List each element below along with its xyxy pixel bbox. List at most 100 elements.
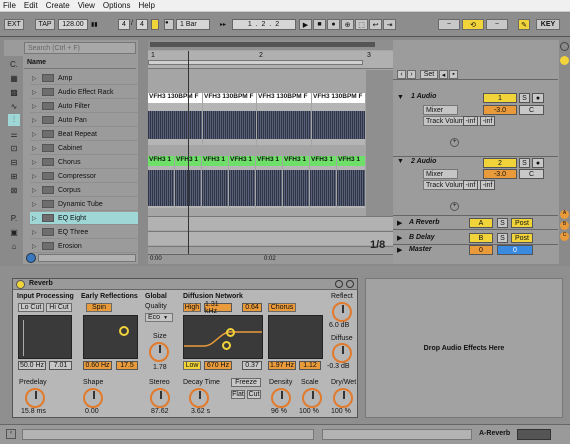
expand-icon[interactable]: ▷ (32, 145, 39, 152)
track-activator[interactable]: 2 (483, 158, 517, 168)
list-item[interactable]: ▷ Cabinet (30, 142, 138, 155)
grid-fraction[interactable]: 1/8 (370, 239, 385, 251)
nav-right-icon[interactable]: › (407, 70, 416, 79)
ext-sync-button[interactable]: EXT (4, 19, 24, 30)
pan-field[interactable]: C (519, 105, 544, 115)
nav-left-icon[interactable]: ‹ (397, 70, 406, 79)
menu-file[interactable]: File (3, 1, 16, 10)
audio-clip[interactable]: VFH3 130BPM F (148, 93, 202, 145)
loop-brace[interactable] (148, 60, 363, 65)
return-track-a[interactable]: ▶ A Reverb A S Post (393, 216, 558, 230)
play-icon[interactable]: ▶ (397, 246, 402, 254)
arrangement-empty-area[interactable] (366, 70, 393, 220)
scale-knob[interactable] (302, 388, 322, 408)
quality-select[interactable]: Eco ▼ (145, 313, 173, 322)
audio-clip[interactable]: VFH3 130BPM F (312, 93, 365, 145)
high-handle[interactable] (226, 328, 235, 337)
automation-arm-button[interactable]: ⬚ (355, 19, 368, 30)
drywet-knob[interactable] (333, 388, 353, 408)
spin-amount[interactable]: 17.5 (116, 361, 138, 370)
expand-icon[interactable]: ▷ (32, 229, 39, 236)
follow-icon[interactable]: ● (164, 19, 174, 30)
audio-clip[interactable]: VFH3 1 (229, 156, 255, 208)
diffusion-display[interactable] (183, 315, 263, 359)
low-value[interactable]: 0.37 (242, 361, 262, 370)
overview-toggle-icon[interactable] (560, 42, 569, 51)
expand-icon[interactable]: ▷ (32, 75, 39, 82)
save-icon[interactable]: ▪ (449, 70, 458, 79)
tap-tempo-button[interactable]: TAP (35, 19, 55, 30)
track-name[interactable]: Master (409, 246, 432, 253)
punch-in-button[interactable]: ~ (438, 19, 460, 30)
audio-clip[interactable]: VFH3 1 (310, 156, 336, 208)
volume-field[interactable]: -3.0 (483, 105, 517, 115)
device-drop-area[interactable]: Drop Audio Effects Here (365, 278, 563, 418)
density-knob[interactable] (271, 388, 291, 408)
play-icon[interactable]: ▶ (397, 234, 402, 242)
track-activator[interactable]: A (469, 218, 493, 228)
spin-handle[interactable] (119, 326, 129, 336)
list-item[interactable]: ▷ Auto Pan (30, 114, 138, 127)
track-expand-icon[interactable]: ▼ (397, 158, 404, 165)
arrangement-position-arrows[interactable]: ▸▸ (220, 21, 226, 28)
return-lane-a[interactable] (148, 216, 393, 230)
solo-button[interactable]: S (497, 218, 508, 228)
list-item[interactable]: ▷ Chorus (30, 156, 138, 169)
master-volume[interactable]: 0 (469, 245, 493, 255)
play-icon[interactable]: ▶ (397, 219, 402, 227)
menu-options[interactable]: Options (103, 1, 131, 10)
master-lane[interactable] (148, 246, 393, 253)
punch-out-button[interactable]: ~ (486, 19, 508, 30)
low-freq[interactable]: 670 Hz (204, 361, 232, 370)
predelay-knob[interactable] (25, 388, 45, 408)
input-type-select[interactable]: Mixer (423, 105, 458, 115)
expand-icon[interactable]: ▷ (32, 215, 39, 222)
audio-clip[interactable]: VFH3 130BPM F (203, 93, 256, 145)
audio-clip[interactable]: VFH3 1 (202, 156, 228, 208)
low-handle[interactable] (222, 341, 231, 350)
stereo-knob[interactable] (150, 388, 170, 408)
key-map-button[interactable]: KEY (536, 19, 560, 30)
overdub-button[interactable]: ⊕ (341, 19, 354, 30)
high-button[interactable]: High (183, 303, 201, 312)
reflect-knob[interactable] (332, 302, 352, 322)
track-header-1[interactable]: ▼ 1 Audio Mixer Track Volume 1 S ● -3.0 … (393, 82, 558, 157)
play-button[interactable]: ▶ (299, 19, 312, 30)
chorus-rate[interactable]: 1.97 Hz (268, 361, 296, 370)
track-name[interactable]: B Delay (409, 234, 435, 241)
device-title-bar[interactable]: Reverb (13, 279, 357, 290)
list-item[interactable]: ▷ Beat Repeat (30, 128, 138, 141)
menu-help[interactable]: Help (138, 1, 154, 10)
audio-clip[interactable]: VFH3 1 (148, 156, 174, 208)
device-on-icon[interactable] (16, 280, 25, 289)
list-item[interactable]: ▷ Audio Effect Rack (30, 86, 138, 99)
menu-view[interactable]: View (78, 1, 95, 10)
time-sig-numerator[interactable]: 4 (118, 19, 130, 30)
list-item[interactable]: ▷ Dynamic Tube (30, 198, 138, 211)
send-a-toggle[interactable]: A (560, 210, 569, 219)
size-knob[interactable] (149, 342, 169, 362)
stop-button[interactable]: ■ (313, 19, 326, 30)
track-activator[interactable]: B (469, 233, 493, 243)
solo-button[interactable]: S (519, 158, 530, 168)
track-header-2[interactable]: ▼ 2 Audio Mixer Track Volume 2 S ● -3.0 … (393, 158, 558, 216)
add-lane-icon[interactable]: + (450, 138, 459, 147)
beat-time-ruler[interactable]: 1 2 3 (148, 51, 393, 69)
io-toggle-icon[interactable] (560, 56, 569, 65)
arm-button[interactable]: ● (532, 93, 544, 103)
low-button[interactable]: Low (183, 361, 201, 370)
re-enable-automation-button[interactable]: ↩ (369, 19, 382, 30)
overview-window[interactable] (150, 42, 375, 47)
diffuse-knob[interactable] (332, 343, 352, 363)
list-item[interactable]: ▷ Auto Filter (30, 100, 138, 113)
track-expand-icon[interactable]: ▼ (397, 94, 404, 101)
draw-mode-button[interactable]: ✎ (518, 19, 530, 30)
menu-edit[interactable]: Edit (24, 1, 38, 10)
pan-field[interactable]: C (519, 169, 544, 179)
send-b-toggle[interactable]: B (560, 221, 569, 230)
high-value[interactable]: 0.64 (242, 303, 262, 312)
expand-icon[interactable]: ▷ (32, 187, 39, 194)
audio-clip[interactable]: VFH3 130BPM F (257, 93, 311, 145)
list-item[interactable]: ▷ Compressor (30, 170, 138, 183)
post-button[interactable]: Post (511, 233, 533, 243)
